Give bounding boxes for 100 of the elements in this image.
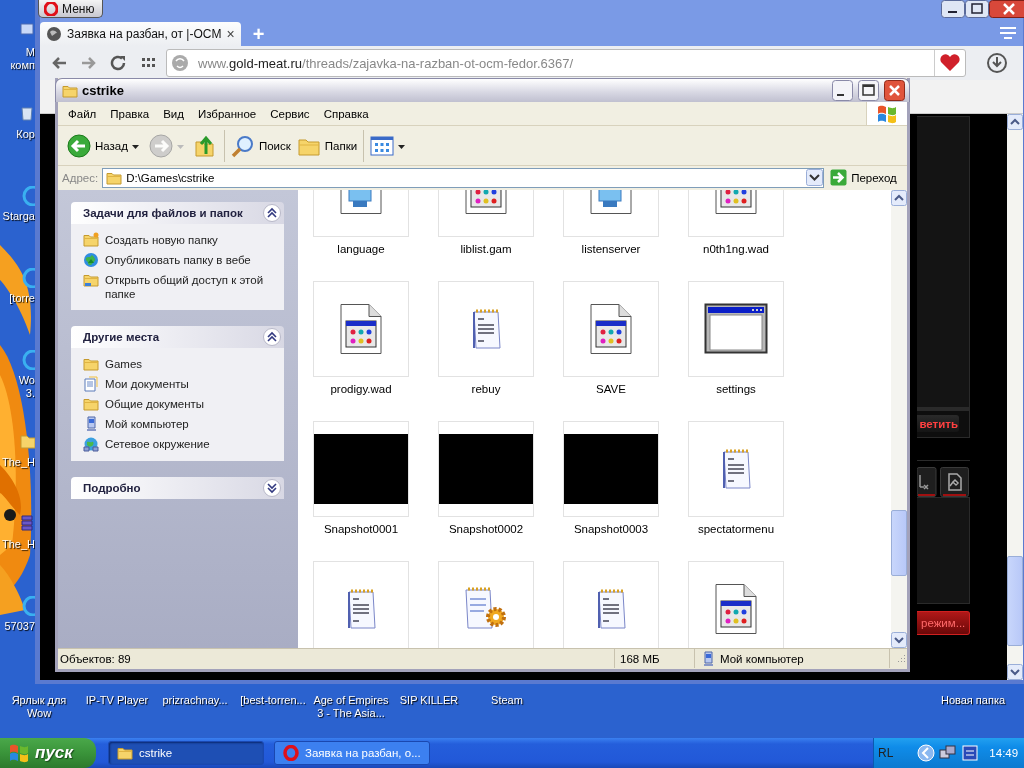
icon-label[interactable]: Starga: [2, 210, 35, 223]
close-button[interactable]: [989, 0, 1024, 18]
mode-button[interactable]: режим...: [917, 611, 970, 635]
archive-icon[interactable]: [19, 514, 35, 534]
taskbar-button[interactable]: Заявка на разбан, о...: [274, 741, 430, 765]
file-name[interactable]: language: [337, 241, 385, 257]
browser-tab[interactable]: Заявка на разбан, от |-OCM ×: [40, 22, 241, 46]
menu-item[interactable]: Сервис: [263, 107, 317, 120]
collapse-button[interactable]: [263, 203, 281, 222]
ring-icon: [44, 1, 58, 16]
app-icon[interactable]: [961, 744, 980, 762]
task-link[interactable]: Мой компьютер: [105, 415, 189, 431]
scroll-up-button[interactable]: [891, 189, 907, 206]
task-link[interactable]: Опубликовать папку в вебе: [105, 251, 251, 267]
menu-item[interactable]: Справка: [316, 107, 376, 120]
menu-item[interactable]: Избранное: [190, 107, 264, 120]
file-tile[interactable]: [313, 420, 409, 517]
icon-label[interactable]: prizrachnay...: [162, 694, 228, 720]
close-tab-button[interactable]: ×: [226, 26, 235, 42]
task-link[interactable]: Создать новую папку: [105, 231, 218, 247]
reply-button[interactable]: ветить: [917, 415, 959, 432]
panel-title: Подробно: [83, 481, 141, 494]
file-tile[interactable]: [563, 280, 659, 377]
document-wrench-icon[interactable]: [940, 467, 969, 497]
network-icon: [83, 435, 99, 452]
task-link[interactable]: Мои документы: [105, 375, 189, 391]
menu-item[interactable]: Правка: [103, 107, 157, 120]
file-tile[interactable]: [688, 560, 784, 648]
maximize-button[interactable]: [858, 80, 879, 102]
download-icon[interactable]: [986, 52, 1008, 74]
file-name[interactable]: settings: [716, 381, 756, 397]
icon-label[interactable]: Ярлык для Wow: [11, 694, 67, 720]
forward-icon[interactable]: [80, 55, 98, 71]
chevron-icon[interactable]: [917, 744, 936, 762]
scroll-thumb[interactable]: [1007, 556, 1023, 646]
file-name[interactable]: Snapshot0003: [573, 521, 649, 537]
file-tile[interactable]: [688, 420, 784, 517]
file-name[interactable]: Snapshot0001: [323, 521, 399, 537]
dropdown-button[interactable]: [806, 169, 824, 187]
back-icon[interactable]: [50, 55, 68, 71]
maximize-button[interactable]: [965, 0, 989, 18]
expand-button[interactable]: [263, 478, 281, 497]
panel-header[interactable]: Подробно: [71, 476, 284, 499]
file-name[interactable]: SAVE: [596, 381, 626, 397]
scroll-down-button[interactable]: [891, 631, 907, 648]
icon-label[interactable]: Кор: [16, 128, 35, 141]
file-tile[interactable]: [438, 280, 534, 377]
file-tile[interactable]: [313, 560, 409, 648]
menu-item[interactable]: Файл: [61, 107, 104, 120]
search-button[interactable]: Поиск: [227, 128, 294, 163]
icon-label[interactable]: 57037: [4, 620, 35, 633]
scroll-down-button[interactable]: [1007, 664, 1023, 680]
icon-label[interactable]: Steam: [491, 694, 523, 720]
menu-item[interactable]: Вид: [156, 107, 191, 120]
reload-icon[interactable]: [110, 55, 128, 71]
back-button[interactable]: Назад: [64, 128, 131, 163]
scrollbar[interactable]: [1007, 114, 1023, 680]
menu-button[interactable]: Меню: [38, 0, 104, 18]
file-tile[interactable]: [438, 420, 534, 517]
icon-label[interactable]: Новая папка: [940, 694, 1006, 720]
icon-label[interactable]: Age of Empires 3 - The Asia...: [313, 694, 389, 720]
go-button[interactable]: Переход: [828, 169, 899, 187]
close-button[interactable]: [884, 80, 905, 102]
window-icon: [704, 302, 768, 355]
task-link[interactable]: Games: [105, 355, 143, 371]
icon-label[interactable]: SIP KILLER: [399, 694, 459, 720]
collapse-button[interactable]: [263, 327, 281, 346]
task-link[interactable]: Открыть общий доступ к этой папке: [105, 271, 276, 301]
file-tile[interactable]: [563, 420, 659, 517]
file-name[interactable]: listenserver: [581, 241, 641, 257]
scroll-thumb[interactable]: [891, 509, 907, 576]
icon-label[interactable]: IP-TV Player: [85, 694, 149, 720]
taskbar-button[interactable]: cstrike: [108, 741, 264, 765]
file-tile[interactable]: [313, 280, 409, 377]
task-link[interactable]: Общие документы: [105, 395, 205, 411]
start-button[interactable]: пуск: [0, 738, 96, 768]
file-name[interactable]: n0th1ng.wad: [703, 241, 769, 257]
minimize-button[interactable]: [832, 80, 853, 102]
panel-header[interactable]: Задачи для файлов и папок: [71, 201, 284, 224]
clear-format-icon[interactable]: [917, 467, 937, 497]
scroll-up-button[interactable]: [1007, 114, 1023, 130]
icon-label[interactable]: [best-torren...: [240, 694, 306, 720]
folders-button[interactable]: Папки: [293, 128, 361, 163]
file-name[interactable]: liblist.gam: [460, 241, 512, 257]
minimize-button[interactable]: [941, 0, 965, 18]
panel-header[interactable]: Другие места: [71, 325, 284, 348]
icon-label[interactable]: Wo 3.: [18, 374, 35, 400]
icon-label[interactable]: М комп: [10, 46, 35, 72]
file-name[interactable]: spectatormenu: [697, 521, 775, 537]
task-link[interactable]: Сетевое окружение: [105, 435, 210, 451]
language-indicator[interactable]: RL: [878, 746, 894, 760]
file-tile[interactable]: [688, 280, 784, 377]
file-name[interactable]: Snapshot0002: [448, 521, 524, 537]
file-tile[interactable]: [438, 560, 534, 648]
file-tile[interactable]: [563, 560, 659, 648]
scrollbar[interactable]: [891, 189, 907, 648]
file-name[interactable]: prodigy.wad: [330, 381, 392, 397]
file-name[interactable]: rebuy: [471, 381, 501, 397]
network-icon[interactable]: [939, 744, 958, 762]
menu-icon[interactable]: [999, 26, 1017, 40]
